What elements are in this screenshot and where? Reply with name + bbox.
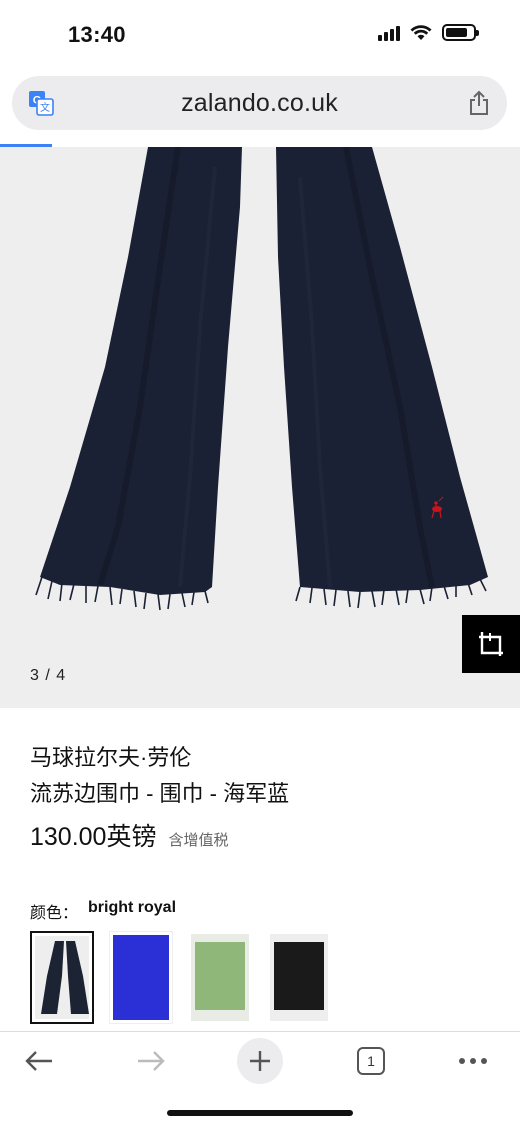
swatch-green[interactable] [188,931,252,1024]
status-bar: 13:40 [0,0,520,70]
more-menu-button[interactable] [452,1040,494,1082]
product-name: 流苏边围巾 - 围巾 - 海军蓝 [30,781,290,806]
forward-icon [138,1051,165,1071]
forward-button[interactable] [130,1040,172,1082]
back-icon [25,1051,52,1071]
share-icon[interactable] [468,90,490,116]
color-value: bright royal [88,899,177,916]
image-counter: 3 / 4 [30,667,67,684]
vat-note: 含增值税 [168,832,229,849]
more-icon [459,1058,487,1064]
tab-switcher-button[interactable]: 1 [350,1040,392,1082]
product-image[interactable] [0,147,520,708]
price-row: 130.00英镑 含增值税 [30,817,228,853]
color-swatches [30,931,331,1024]
plus-icon [250,1051,270,1071]
svg-text:文: 文 [40,101,50,114]
status-time: 13:40 [68,22,126,47]
color-row: 颜色： bright royal [30,899,176,923]
url-text[interactable]: zalando.co.uk [181,89,338,118]
product-image-gallery[interactable]: 3 / 4 [0,147,520,708]
swatch-black[interactable] [267,931,331,1024]
status-icons [378,24,479,41]
product-price: 130.00英镑 [30,823,157,851]
browser-toolbar: 1 [0,1031,520,1091]
new-tab-button[interactable] [237,1038,283,1084]
translate-icon[interactable]: G 文 [28,90,54,116]
home-indicator[interactable] [167,1110,353,1116]
swatch-bright-royal[interactable] [109,931,173,1024]
battery-icon [442,24,479,41]
color-label: 颜色： [30,905,79,922]
back-button[interactable] [18,1040,60,1082]
signal-icon [378,25,400,41]
address-bar[interactable]: G 文 zalando.co.uk [12,76,507,130]
product-brand[interactable]: 马球拉尔夫·劳伦 [30,740,191,772]
crop-button[interactable] [462,615,520,673]
wifi-icon [410,24,432,40]
swatch-navy[interactable] [30,931,94,1024]
crop-icon [479,632,503,656]
swatch-navy-image [41,941,89,1014]
tab-count: 1 [357,1047,385,1075]
